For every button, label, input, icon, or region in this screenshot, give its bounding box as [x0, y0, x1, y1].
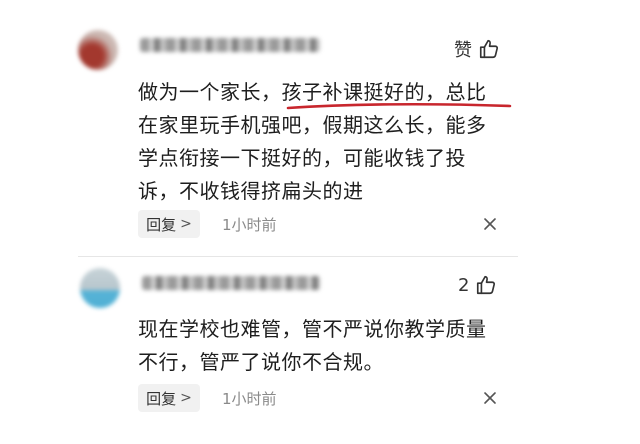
close-icon[interactable] — [482, 216, 498, 232]
like-button[interactable]: 2 — [458, 274, 497, 296]
reply-label: 回复 — [146, 389, 177, 408]
avatar[interactable] — [78, 30, 118, 70]
comment-line: 不行，管严了说你不合规。 — [138, 350, 384, 374]
reply-button[interactable]: 回复 > — [138, 384, 200, 412]
avatar[interactable] — [80, 268, 120, 308]
comment-text: 现在学校也难管，管不严说你教学质量 不行，管严了说你不合规。 — [138, 313, 518, 379]
comment-line: 在家里玩手机强吧，假期这么长，能多 — [138, 113, 487, 137]
username-blurred[interactable] — [140, 38, 320, 52]
like-button[interactable]: 赞 — [454, 36, 500, 62]
thumbs-up-icon — [479, 39, 499, 59]
thumbs-up-icon — [477, 275, 496, 295]
comment-line: 学点衔接一下挺好的，可能收钱了投 — [138, 146, 466, 170]
username-blurred[interactable] — [142, 276, 320, 290]
comment-line: 诉，不收钱得挤扁头的进 — [138, 179, 364, 203]
chevron-right-icon: > — [180, 216, 192, 232]
timestamp: 1小时前 — [222, 390, 277, 408]
comment-line: 做为一个家长，孩子补课挺好的，总比 — [138, 80, 487, 104]
timestamp: 1小时前 — [222, 216, 277, 234]
comment-line: 现在学校也难管，管不严说你教学质量 — [138, 317, 487, 341]
comment-text: 做为一个家长，孩子补课挺好的，总比 在家里玩手机强吧，假期这么长，能多 学点衔接… — [138, 76, 518, 208]
like-count: 赞 — [454, 40, 472, 61]
close-icon[interactable] — [482, 390, 498, 406]
divider — [78, 256, 518, 257]
reply-label: 回复 — [146, 215, 177, 234]
reply-button[interactable]: 回复 > — [138, 210, 200, 238]
chevron-right-icon: > — [180, 390, 192, 406]
like-count: 2 — [458, 274, 470, 296]
